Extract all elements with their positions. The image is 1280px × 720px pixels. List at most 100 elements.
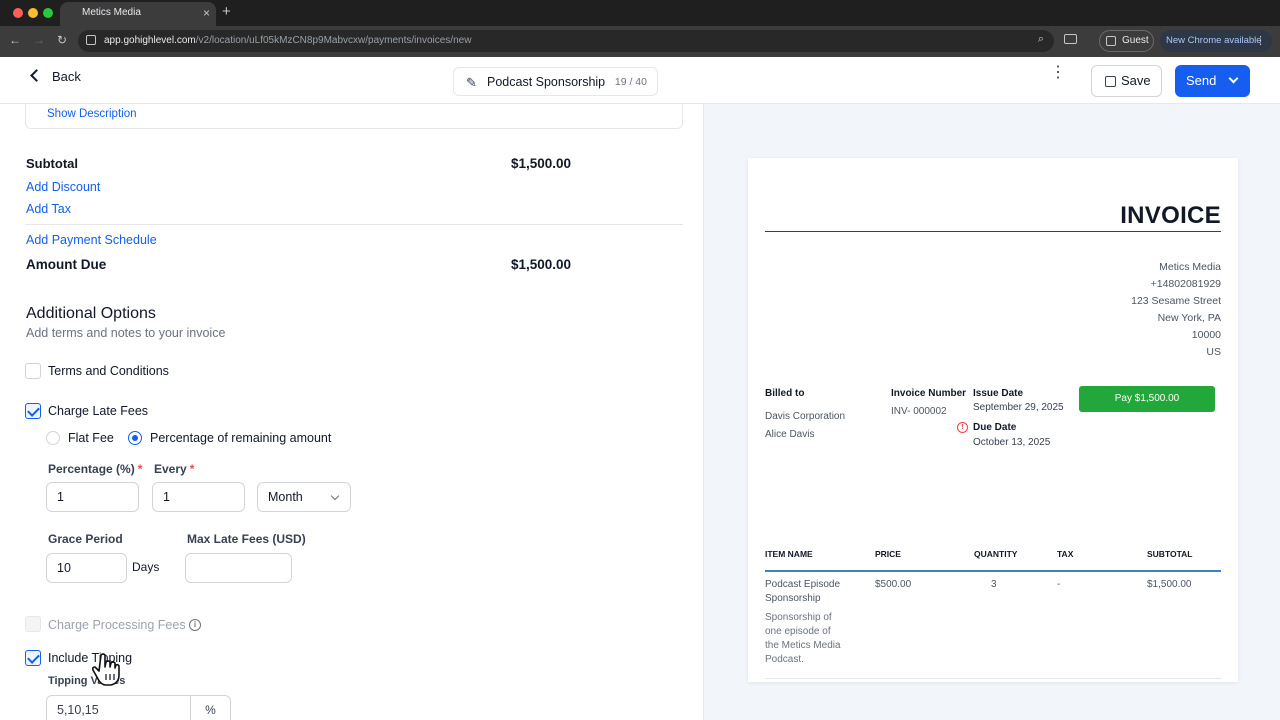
due-date: October 13, 2025 [973,437,1051,448]
forward-arrow-icon[interactable]: → [33,33,45,47]
percentage-radio[interactable] [128,431,142,445]
issue-date: September 29, 2025 [973,402,1064,413]
item-description: Sponsorship of one episode of the Metics… [765,612,841,665]
save-icon [1105,76,1116,87]
invoice-title-field[interactable]: ✎ Podcast Sponsorship 19 / 40 [453,67,658,96]
processing-fees-checkbox[interactable] [25,616,41,632]
show-description-link[interactable]: Show Description [47,108,136,120]
due-date-label: Due Date [973,422,1017,433]
invoice-title: Podcast Sponsorship [487,75,606,89]
close-window-button[interactable] [13,8,23,18]
browser-tab[interactable]: Metics Media × [60,2,216,26]
browser-tab-bar: Metics Media × + [0,0,1280,26]
chrome-menu-icon[interactable]: ⋮ [1255,30,1266,52]
item-subtotal: $1,500.00 [1147,579,1192,590]
item-description-box: Show Description [25,104,683,129]
back-button[interactable]: Back [30,69,81,84]
item-tax: - [1057,579,1061,590]
add-tax-link[interactable]: Add Tax [26,202,71,216]
browser-toolbar: ← → ↻ app.gohighlevel.com/v2/location/uL… [0,26,1280,57]
more-options-icon[interactable]: ⋮ [1050,65,1066,81]
pencil-icon: ✎ [466,75,477,90]
info-icon[interactable]: i [189,619,201,631]
zoom-icon[interactable]: ⌕ [1038,33,1044,46]
company-city: New York, PA [1157,312,1221,324]
divider [25,224,683,225]
col-item-name: ITEM NAME [765,549,813,559]
period-select[interactable]: Month [257,482,351,512]
invoice-preview: INVOICE Metics Media +14802081929 123 Se… [748,158,1238,682]
subtotal-value: $1,500.00 [510,156,571,171]
item-quantity: 3 [991,579,997,590]
max-late-fees-label: Max Late Fees (USD) [187,532,306,546]
tipping-values-input[interactable]: 5,10,15 % [46,695,231,720]
late-fees-label: Charge Late Fees [48,404,149,418]
invoice-preview-panel: INVOICE Metics Media +14802081929 123 Se… [703,104,1280,720]
item-name: Podcast Episode Sponsorship [765,579,841,604]
company-country: US [1206,346,1221,358]
tab-close-icon[interactable]: × [203,2,210,24]
table-header-rule [765,570,1221,572]
invoice-form: Show Description Subtotal $1,500.00 Add … [0,104,703,720]
col-tax: TAX [1057,549,1074,559]
col-quantity: QUANTITY [974,549,1018,559]
heading-rule [765,231,1221,232]
maximize-window-button[interactable] [43,8,53,18]
percentage-field-label: Percentage (%) * [48,462,143,476]
invoice-number-label: Invoice Number [891,388,967,399]
flat-fee-radio[interactable] [46,431,60,445]
days-label: Days [132,560,160,574]
send-button[interactable]: Send [1175,65,1250,97]
percentage-input[interactable]: 1 [46,482,139,512]
terms-checkbox[interactable] [25,363,41,379]
new-tab-icon[interactable]: + [222,3,231,20]
col-price: PRICE [875,549,901,559]
additional-options-title: Additional Options [26,305,156,322]
save-button[interactable]: Save [1091,65,1162,97]
address-bar[interactable]: app.gohighlevel.com/v2/location/uLf05kMz… [78,30,1054,52]
invoice-editor-header: Back ✎ Podcast Sponsorship 19 / 40 ⋮ Sav… [0,57,1280,104]
new-chrome-button[interactable]: New Chrome available ⋮ [1160,30,1272,52]
item-price: $500.00 [875,579,912,590]
guest-profile-button[interactable]: Guest [1099,30,1154,52]
billed-to-label: Billed to [765,388,805,399]
every-input[interactable]: 1 [152,482,245,512]
amount-due-value: $1,500.00 [510,257,571,272]
grace-period-label: Grace Period [48,532,123,546]
company-phone: +14802081929 [1150,278,1221,290]
back-arrow-icon[interactable]: ← [9,33,21,47]
reload-icon[interactable]: ↻ [57,33,67,47]
max-late-fees-input[interactable] [185,553,292,583]
every-field-label: Every * [154,462,195,476]
chevron-down-icon[interactable] [1228,73,1239,84]
col-subtotal: SUBTOTAL [1147,549,1193,559]
site-info-icon[interactable] [86,35,96,45]
hand-cursor-icon [92,653,120,686]
cast-icon[interactable] [1064,34,1077,44]
add-payment-schedule-link[interactable]: Add Payment Schedule [26,233,157,247]
percent-suffix: % [190,696,230,720]
company-street: 123 Sesame Street [1131,295,1221,307]
chevron-left-icon [30,69,43,82]
tipping-checkbox[interactable] [25,650,41,666]
pay-button[interactable]: Pay $1,500.00 [1079,386,1215,412]
invoice-number: INV- 000002 [891,406,947,417]
chevron-down-icon [330,491,340,501]
late-fees-checkbox[interactable] [25,403,41,419]
company-name: Metics Media [1159,261,1221,273]
flat-fee-label: Flat Fee [68,431,114,445]
processing-fees-label: Charge Processing Fees [48,618,186,632]
billed-contact: Alice Davis [765,429,815,440]
add-discount-link[interactable]: Add Discount [26,180,100,194]
terms-label: Terms and Conditions [48,364,169,378]
tab-title: Metics Media [82,7,141,18]
billed-company: Davis Corporation [765,411,846,422]
url-text: app.gohighlevel.com/v2/location/uLf05kMz… [104,35,472,46]
percentage-label: Percentage of remaining amount [150,431,332,445]
minimize-window-button[interactable] [28,8,38,18]
amount-due-label: Amount Due [26,257,107,272]
company-zip: 10000 [1191,329,1221,341]
grace-period-input[interactable]: 10 [46,553,127,583]
warning-icon: ! [957,422,968,433]
invoice-heading: INVOICE [1120,202,1221,229]
